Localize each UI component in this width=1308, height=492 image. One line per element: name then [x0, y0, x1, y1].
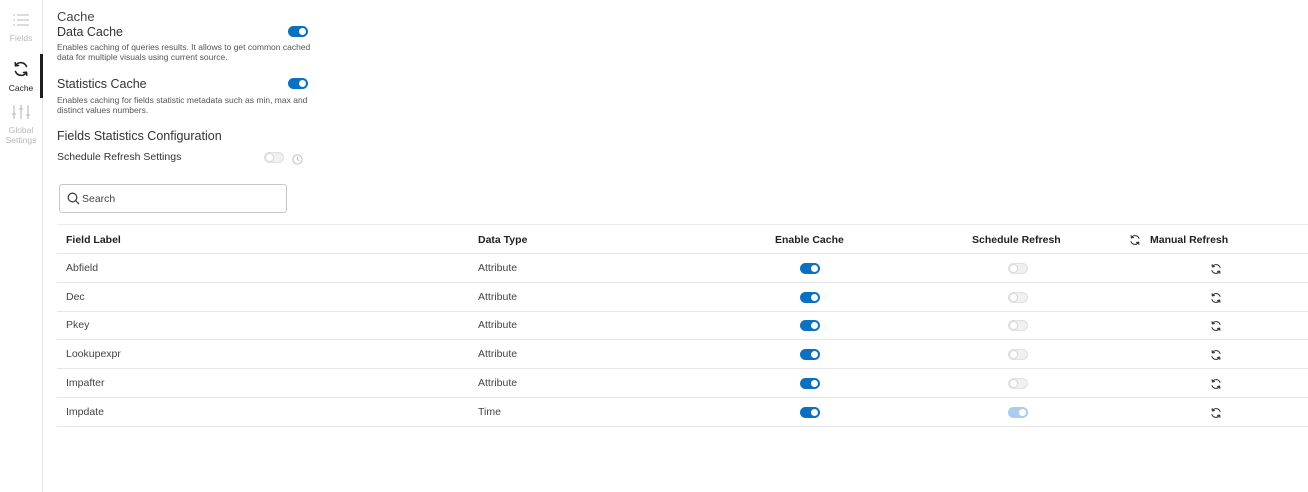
schedule-refresh-toggle[interactable] [1008, 378, 1028, 389]
data-type-cell: Attribute [478, 377, 517, 389]
manual-refresh-icon[interactable] [1210, 406, 1222, 418]
column-header-enable-cache[interactable]: Enable Cache [775, 234, 844, 246]
sidebar-item-fields[interactable]: Fields [0, 12, 42, 43]
table-row: Lookupexpr Attribute [57, 340, 1308, 369]
manual-refresh-icon[interactable] [1210, 291, 1222, 303]
sidebar-item-label: Fields [10, 33, 33, 43]
table-row: Dec Attribute [57, 283, 1308, 312]
field-label-cell: Abfield [66, 262, 98, 274]
data-cache-title: Data Cache [57, 25, 123, 39]
data-type-cell: Time [478, 406, 501, 418]
field-label-cell: Dec [66, 291, 85, 303]
column-header-schedule-refresh[interactable]: Schedule Refresh [972, 234, 1061, 246]
refresh-all-icon[interactable] [1129, 233, 1141, 251]
search-icon [67, 192, 80, 205]
schedule-refresh-settings-label: Schedule Refresh Settings [57, 151, 181, 163]
manual-refresh-icon[interactable] [1210, 377, 1222, 389]
clock-icon[interactable] [292, 152, 303, 170]
statistics-cache-toggle[interactable] [288, 78, 308, 89]
schedule-refresh-settings-toggle[interactable] [264, 152, 284, 163]
enable-cache-toggle[interactable] [800, 320, 820, 331]
data-cache-toggle[interactable] [288, 26, 308, 37]
field-label-cell: Impdate [66, 406, 104, 418]
enable-cache-toggle[interactable] [800, 263, 820, 274]
schedule-refresh-toggle[interactable] [1008, 292, 1028, 303]
field-label-cell: Lookupexpr [66, 348, 121, 360]
sidebar-item-label: Global [0, 125, 42, 135]
enable-cache-toggle[interactable] [800, 407, 820, 418]
manual-refresh-icon[interactable] [1210, 348, 1222, 360]
enable-cache-toggle[interactable] [800, 349, 820, 360]
column-header-manual-refresh[interactable]: Manual Refresh [1150, 234, 1228, 246]
field-label-cell: Impafter [66, 377, 105, 389]
table-header: Field Label Data Type Enable Cache Sched… [57, 224, 1308, 254]
sidebar: Fields Cache Global Settings [0, 0, 43, 492]
table-row: Abfield Attribute [57, 254, 1308, 283]
field-label-cell: Pkey [66, 319, 89, 331]
section-title: Cache [57, 9, 95, 24]
schedule-refresh-toggle[interactable] [1008, 349, 1028, 360]
sidebar-item-global-settings[interactable]: Global Settings [0, 104, 42, 145]
fields-statistics-title: Fields Statistics Configuration [57, 129, 222, 143]
data-type-cell: Attribute [478, 319, 517, 331]
data-type-cell: Attribute [478, 348, 517, 360]
sliders-icon [0, 104, 42, 122]
search-input[interactable] [82, 190, 277, 208]
statistics-cache-title: Statistics Cache [57, 77, 147, 91]
data-type-cell: Attribute [478, 262, 517, 274]
table-row: Impdate Time [57, 398, 1308, 427]
statistics-cache-description: Enables caching for fields statistic met… [57, 95, 317, 115]
sidebar-item-label: Settings [0, 135, 42, 145]
enable-cache-toggle[interactable] [800, 292, 820, 303]
column-header-data-type[interactable]: Data Type [478, 234, 527, 246]
schedule-refresh-toggle[interactable] [1008, 407, 1028, 418]
enable-cache-toggle[interactable] [800, 378, 820, 389]
sidebar-item-label: Cache [9, 83, 34, 93]
search-box [59, 184, 287, 213]
column-header-field-label[interactable]: Field Label [66, 234, 121, 246]
data-cache-description: Enables caching of queries results. It a… [57, 42, 317, 62]
refresh-icon [0, 60, 42, 80]
schedule-refresh-toggle[interactable] [1008, 263, 1028, 274]
manual-refresh-icon[interactable] [1210, 319, 1222, 331]
data-type-cell: Attribute [478, 291, 517, 303]
list-icon [0, 12, 42, 30]
active-indicator [40, 54, 43, 98]
sidebar-item-cache[interactable]: Cache [0, 60, 42, 93]
schedule-refresh-toggle[interactable] [1008, 320, 1028, 331]
manual-refresh-icon[interactable] [1210, 262, 1222, 274]
table-row: Impafter Attribute [57, 369, 1308, 398]
table-row: Pkey Attribute [57, 311, 1308, 340]
